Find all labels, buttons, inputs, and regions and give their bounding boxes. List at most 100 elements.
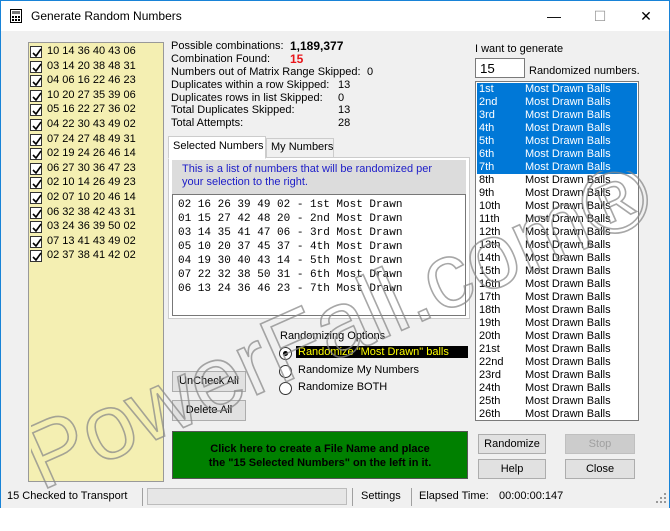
list-item[interactable]: 14th Most Drawn Balls <box>477 252 637 265</box>
tab-my-numbers[interactable]: My Numbers <box>266 138 334 158</box>
list-item[interactable]: 10th Most Drawn Balls <box>477 200 637 213</box>
list-item[interactable]: 7th Most Drawn Balls <box>477 161 637 174</box>
close-window-button[interactable]: ✕ <box>623 1 669 31</box>
randomize-button[interactable]: Randomize <box>478 434 546 454</box>
delete-all-button[interactable]: Delete All <box>172 400 246 421</box>
ticket-checkbox[interactable] <box>30 235 42 248</box>
rank-description: Most Drawn Balls <box>525 265 611 277</box>
ticket-checklist[interactable]: 10 14 36 40 43 06 03 14 20 38 48 31 04 06 … <box>28 42 164 482</box>
tab-selected-numbers[interactable]: Selected Numbers <box>168 136 266 159</box>
out-of-range-label: Numbers out of Matrix Range Skipped: <box>171 66 361 78</box>
minimize-button[interactable]: — <box>531 1 577 31</box>
rank-label: 12th <box>479 226 501 238</box>
ticket-checkbox[interactable] <box>30 177 42 190</box>
ticket-row[interactable]: 03 24 36 39 50 02 <box>30 220 162 234</box>
dup-row-value: 13 <box>338 79 351 91</box>
ticket-checkbox[interactable] <box>30 162 42 175</box>
ticket-row[interactable]: 02 19 24 26 46 14 <box>30 147 162 161</box>
ticket-row[interactable]: 05 16 22 27 36 02 <box>30 103 162 117</box>
out-of-range-value: 0 <box>367 66 374 78</box>
rank-description: Most Drawn Balls <box>525 83 611 95</box>
ticket-checkbox[interactable] <box>30 192 42 204</box>
possible-combinations-label: Possible combinations: <box>171 40 284 52</box>
ticket-row[interactable]: 02 10 14 26 49 23 <box>30 176 162 190</box>
list-item[interactable]: 6th Most Drawn Balls <box>477 148 637 161</box>
list-item[interactable]: 12th Most Drawn Balls <box>477 226 637 239</box>
elapsed-time-label: Elapsed Time: <box>419 490 489 502</box>
list-item[interactable]: 8th Most Drawn Balls <box>477 174 637 187</box>
list-item[interactable]: 23rd Most Drawn Balls <box>477 369 637 382</box>
randomizing-options-group: Randomizing Options Randomize "Most Draw… <box>276 330 471 400</box>
status-separator <box>352 488 353 506</box>
rank-description: Most Drawn Balls <box>525 161 611 173</box>
ticket-row[interactable]: 10 20 27 35 39 06 <box>30 89 162 103</box>
ticket-checkbox[interactable] <box>30 46 42 58</box>
rank-label: 20th <box>479 330 501 342</box>
info-line-1: This is a list of numbers that will be r… <box>182 163 433 175</box>
ticket-label: 06 32 38 42 43 31 <box>47 205 136 218</box>
rank-label: 24th <box>479 382 501 394</box>
rank-description: Most Drawn Balls <box>525 226 611 238</box>
rank-description: Most Drawn Balls <box>525 291 611 303</box>
settings-status-button[interactable]: Settings <box>361 490 401 502</box>
close-button[interactable]: Close <box>565 459 635 479</box>
ticket-checkbox[interactable] <box>30 104 42 117</box>
list-item[interactable]: 11th Most Drawn Balls <box>477 213 637 226</box>
progress-bar <box>147 488 347 505</box>
rank-label: 14th <box>479 252 501 264</box>
list-item[interactable]: 22nd Most Drawn Balls <box>477 356 637 369</box>
ticket-checkbox[interactable] <box>30 133 42 146</box>
ticket-row[interactable]: 07 24 27 48 49 31 <box>30 133 162 147</box>
list-item[interactable]: 18th Most Drawn Balls <box>477 304 637 317</box>
radio-randomize-both[interactable]: Randomize BOTH <box>278 381 468 396</box>
list-item[interactable]: 25th Most Drawn Balls <box>477 395 637 408</box>
most-drawn-balls-list[interactable]: 1st Most Drawn Balls 2nd Most Drawn Balls 3r… <box>475 81 639 421</box>
ticket-label: 02 10 14 26 49 23 <box>47 176 136 189</box>
create-file-button[interactable]: Click here to create a File Name and pla… <box>172 431 468 479</box>
ticket-row[interactable]: 04 22 30 43 49 02 <box>30 118 162 132</box>
ticket-checkbox[interactable] <box>30 206 42 219</box>
list-item[interactable]: 16th Most Drawn Balls <box>477 278 637 291</box>
rank-label: 4th <box>479 122 495 134</box>
list-item[interactable]: 5th Most Drawn Balls <box>477 135 637 148</box>
most-drawn-textbox[interactable]: 02 16 26 39 49 02 - 1st Most Drawn 01 15 … <box>172 194 466 316</box>
maximize-button[interactable]: ☐ <box>577 1 623 31</box>
selected-numbers-panel: This is a list of numbers that will be r… <box>168 157 470 319</box>
list-item[interactable]: 4th Most Drawn Balls <box>477 122 637 135</box>
list-item[interactable]: 21st Most Drawn Balls <box>477 343 637 356</box>
stop-button[interactable]: Stop <box>565 434 635 454</box>
ticket-row[interactable]: 02 07 10 20 46 14 <box>30 191 162 205</box>
list-item[interactable]: 26th Most Drawn Balls <box>477 408 637 420</box>
list-item[interactable]: 24th Most Drawn Balls <box>477 382 637 395</box>
list-item[interactable]: 1st Most Drawn Balls <box>477 83 637 96</box>
list-item[interactable]: 13th Most Drawn Balls <box>477 239 637 252</box>
ticket-row[interactable]: 10 14 36 40 43 06 <box>30 45 162 59</box>
ticket-checkbox[interactable] <box>30 60 42 73</box>
list-item[interactable]: 15th Most Drawn Balls <box>477 265 637 278</box>
ticket-row[interactable]: 07 13 41 43 49 02 <box>30 235 162 249</box>
ticket-row[interactable]: 04 06 16 22 46 23 <box>30 74 162 88</box>
help-button[interactable]: Help <box>478 459 546 479</box>
ticket-row[interactable]: 06 27 30 36 47 23 <box>30 162 162 176</box>
list-item[interactable]: 17th Most Drawn Balls <box>477 291 637 304</box>
list-item[interactable]: 3rd Most Drawn Balls <box>477 109 637 122</box>
ticket-checkbox[interactable] <box>30 148 42 161</box>
list-item[interactable]: 2nd Most Drawn Balls <box>477 96 637 109</box>
radio-randomize-most-drawn[interactable]: Randomize "Most Drawn" balls <box>278 346 468 361</box>
ticket-checkbox[interactable] <box>30 250 42 263</box>
list-item[interactable]: 19th Most Drawn Balls <box>477 317 637 330</box>
ticket-row[interactable]: 03 14 20 38 48 31 <box>30 60 162 74</box>
list-item[interactable]: 20th Most Drawn Balls <box>477 330 637 343</box>
generate-count-input[interactable] <box>475 58 525 78</box>
ticket-checkbox[interactable] <box>30 75 42 88</box>
radio-randomize-my-numbers[interactable]: Randomize My Numbers <box>278 364 468 379</box>
ticket-row[interactable]: 06 32 38 42 43 31 <box>30 205 162 220</box>
uncheck-all-button[interactable]: UnCheck All <box>172 371 246 392</box>
list-item[interactable]: 9th Most Drawn Balls <box>477 187 637 200</box>
ticket-checkbox[interactable] <box>30 119 42 131</box>
ticket-checkbox[interactable] <box>30 89 42 102</box>
ticket-row[interactable]: 02 37 38 41 42 02 <box>30 249 162 263</box>
resize-grip-icon[interactable] <box>655 492 667 504</box>
rank-description: Most Drawn Balls <box>525 330 611 342</box>
ticket-checkbox[interactable] <box>30 221 42 234</box>
